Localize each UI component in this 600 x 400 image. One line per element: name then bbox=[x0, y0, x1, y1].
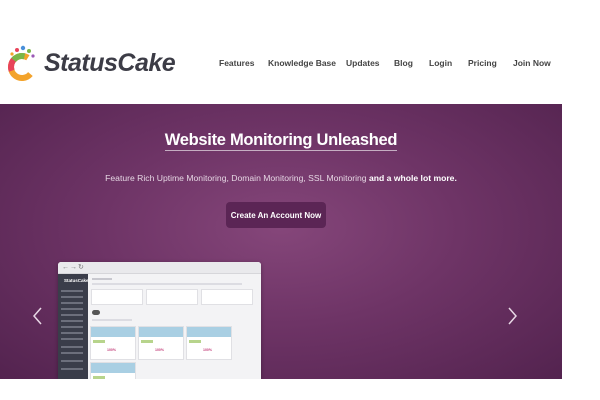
chevron-left-icon[interactable] bbox=[31, 304, 45, 328]
nav-knowledge-base[interactable]: Knowledge Base bbox=[268, 58, 336, 68]
refresh-icon: ↻ bbox=[78, 264, 84, 271]
nav-login[interactable]: Login bbox=[429, 58, 452, 68]
nav-features[interactable]: Features bbox=[219, 58, 254, 68]
preview-brand: StatusCake bbox=[64, 278, 89, 283]
main-nav: Features Knowledge Base Updates Blog Log… bbox=[0, 58, 562, 72]
chevron-right-icon[interactable] bbox=[505, 304, 519, 328]
hero-subtitle: Feature Rich Uptime Monitoring, Domain M… bbox=[0, 173, 562, 183]
browser-toolbar: ← → ↻ bbox=[58, 262, 261, 274]
nav-join-now[interactable]: Join Now bbox=[513, 58, 551, 68]
hero-banner: Website Monitoring Unleashed Feature Ric… bbox=[0, 104, 562, 379]
preview-sidebar: StatusCake bbox=[58, 274, 89, 379]
hero-subtitle-bold: and a whole lot more. bbox=[368, 173, 457, 183]
nav-pricing[interactable]: Pricing bbox=[468, 58, 497, 68]
dashboard-preview-image: ← → ↻ StatusCake 100% 100% 100% bbox=[58, 262, 261, 379]
nav-updates[interactable]: Updates bbox=[346, 58, 380, 68]
create-account-button[interactable]: Create An Account Now bbox=[226, 202, 326, 228]
hero-subtitle-plain: Feature Rich Uptime Monitoring, Domain M… bbox=[105, 173, 367, 183]
site-header: StatusCake Features Knowledge Base Updat… bbox=[0, 0, 562, 104]
back-icon: ← bbox=[62, 264, 69, 271]
forward-icon: → bbox=[70, 264, 77, 271]
nav-blog[interactable]: Blog bbox=[394, 58, 413, 68]
scrollbar-gutter bbox=[562, 0, 600, 400]
hero-title: Website Monitoring Unleashed bbox=[164, 131, 398, 151]
preview-main: 100% 100% 100% bbox=[88, 274, 261, 379]
